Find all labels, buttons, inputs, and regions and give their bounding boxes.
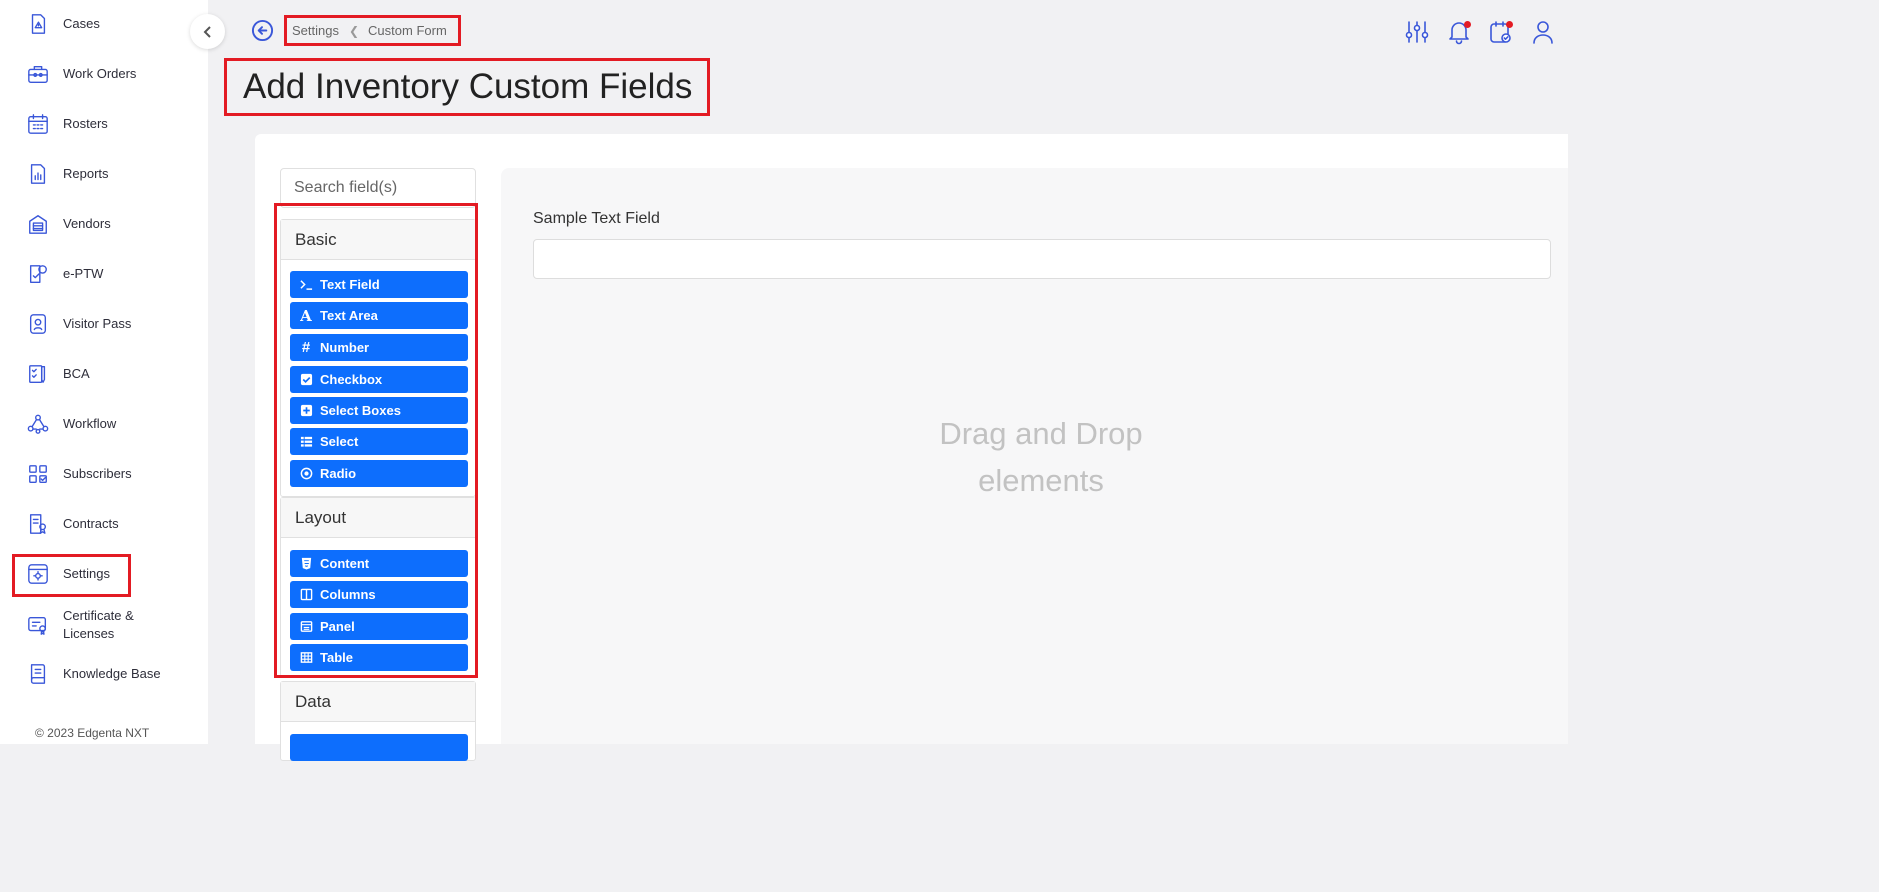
chevron-left-icon bbox=[203, 25, 211, 38]
sidebar-item-certificate-licenses[interactable]: Certificate & Licenses bbox=[0, 603, 208, 647]
sidebar-item-work-orders[interactable]: Work Orders bbox=[0, 52, 208, 96]
sidebar-item-label: Certificate & Licenses bbox=[63, 608, 134, 641]
data-group: Data bbox=[280, 681, 476, 761]
sidebar-collapse-button[interactable] bbox=[190, 14, 225, 49]
breadcrumb: Settings ❮ Custom Form bbox=[284, 15, 461, 46]
sidebar-item-reports[interactable]: Reports bbox=[0, 152, 208, 196]
footer-copyright: © 2023 Edgenta NXT bbox=[35, 726, 150, 740]
sidebar-item-rosters[interactable]: Rosters bbox=[0, 102, 208, 146]
filter-sliders-icon[interactable] bbox=[1404, 19, 1430, 45]
report-icon bbox=[27, 163, 49, 185]
sidebar-item-visitor-pass[interactable]: Visitor Pass bbox=[0, 302, 208, 346]
sidebar-item-label: Work Orders bbox=[63, 66, 137, 81]
sidebar-item-contracts[interactable]: Contracts bbox=[0, 502, 208, 546]
notification-dot bbox=[1506, 21, 1513, 28]
arrow-left-circle-icon bbox=[251, 19, 274, 42]
drop-placeholder-line2: elements bbox=[978, 463, 1104, 498]
bell-icon[interactable] bbox=[1446, 19, 1472, 45]
data-grid-button[interactable] bbox=[290, 734, 468, 761]
breadcrumb-settings-link[interactable]: Settings bbox=[292, 23, 339, 38]
search-fields-input[interactable] bbox=[280, 168, 476, 208]
vendor-icon bbox=[27, 213, 49, 235]
permit-icon bbox=[27, 263, 49, 285]
sidebar-item-cases[interactable]: Cases bbox=[0, 2, 208, 46]
sidebar: Cases Work Orders Rosters Reports Vendor… bbox=[0, 0, 208, 744]
settings-highlight bbox=[12, 554, 131, 597]
certificate-icon bbox=[27, 614, 49, 636]
checklist-icon bbox=[27, 363, 49, 385]
breadcrumb-current: Custom Form bbox=[368, 23, 447, 38]
sidebar-item-bca[interactable]: BCA bbox=[0, 352, 208, 396]
sidebar-item-label: e-PTW bbox=[63, 266, 104, 281]
cases-icon bbox=[27, 13, 49, 35]
calendar-icon bbox=[27, 113, 49, 135]
sidebar-item-label: Subscribers bbox=[63, 466, 132, 481]
drop-placeholder-line1: Drag and Drop bbox=[939, 416, 1143, 451]
briefcase-icon bbox=[27, 63, 49, 85]
sidebar-item-label: Knowledge Base bbox=[63, 666, 161, 681]
sidebar-item-label: Contracts bbox=[63, 516, 119, 531]
sample-field-label: Sample Text Field bbox=[533, 210, 660, 227]
sidebar-item-label: Visitor Pass bbox=[63, 316, 132, 331]
sidebar-item-label: Reports bbox=[63, 166, 109, 181]
notification-dot bbox=[1464, 21, 1471, 28]
book-icon bbox=[27, 663, 49, 685]
sidebar-item-e-ptw[interactable]: e-PTW bbox=[0, 252, 208, 296]
workflow-icon bbox=[27, 413, 49, 435]
task-icon[interactable] bbox=[1488, 19, 1514, 45]
sidebar-item-label: Cases bbox=[63, 16, 100, 31]
drop-placeholder: Drag and Drop elements bbox=[891, 410, 1191, 504]
sidebar-item-label: Rosters bbox=[63, 116, 108, 131]
badge-icon bbox=[27, 313, 49, 335]
sidebar-item-label: BCA bbox=[63, 366, 90, 381]
grid-icon bbox=[27, 463, 49, 485]
sample-text-input[interactable] bbox=[533, 239, 1551, 279]
data-group-header[interactable]: Data bbox=[281, 682, 475, 722]
page-title: Add Inventory Custom Fields bbox=[243, 67, 693, 106]
sidebar-item-workflow[interactable]: Workflow bbox=[0, 402, 208, 446]
field-palette-highlight bbox=[274, 203, 478, 678]
sidebar-item-subscribers[interactable]: Subscribers bbox=[0, 452, 208, 496]
back-button[interactable] bbox=[251, 19, 274, 42]
sidebar-item-label: Workflow bbox=[63, 416, 117, 431]
sidebar-item-knowledge-base[interactable]: Knowledge Base bbox=[0, 652, 208, 696]
page-title-container: Add Inventory Custom Fields bbox=[224, 58, 710, 116]
contract-icon bbox=[27, 513, 49, 535]
chevron-left-icon: ❮ bbox=[348, 23, 360, 38]
user-icon[interactable] bbox=[1530, 19, 1556, 45]
sidebar-item-vendors[interactable]: Vendors bbox=[0, 202, 208, 246]
sidebar-item-label: Vendors bbox=[63, 216, 111, 231]
